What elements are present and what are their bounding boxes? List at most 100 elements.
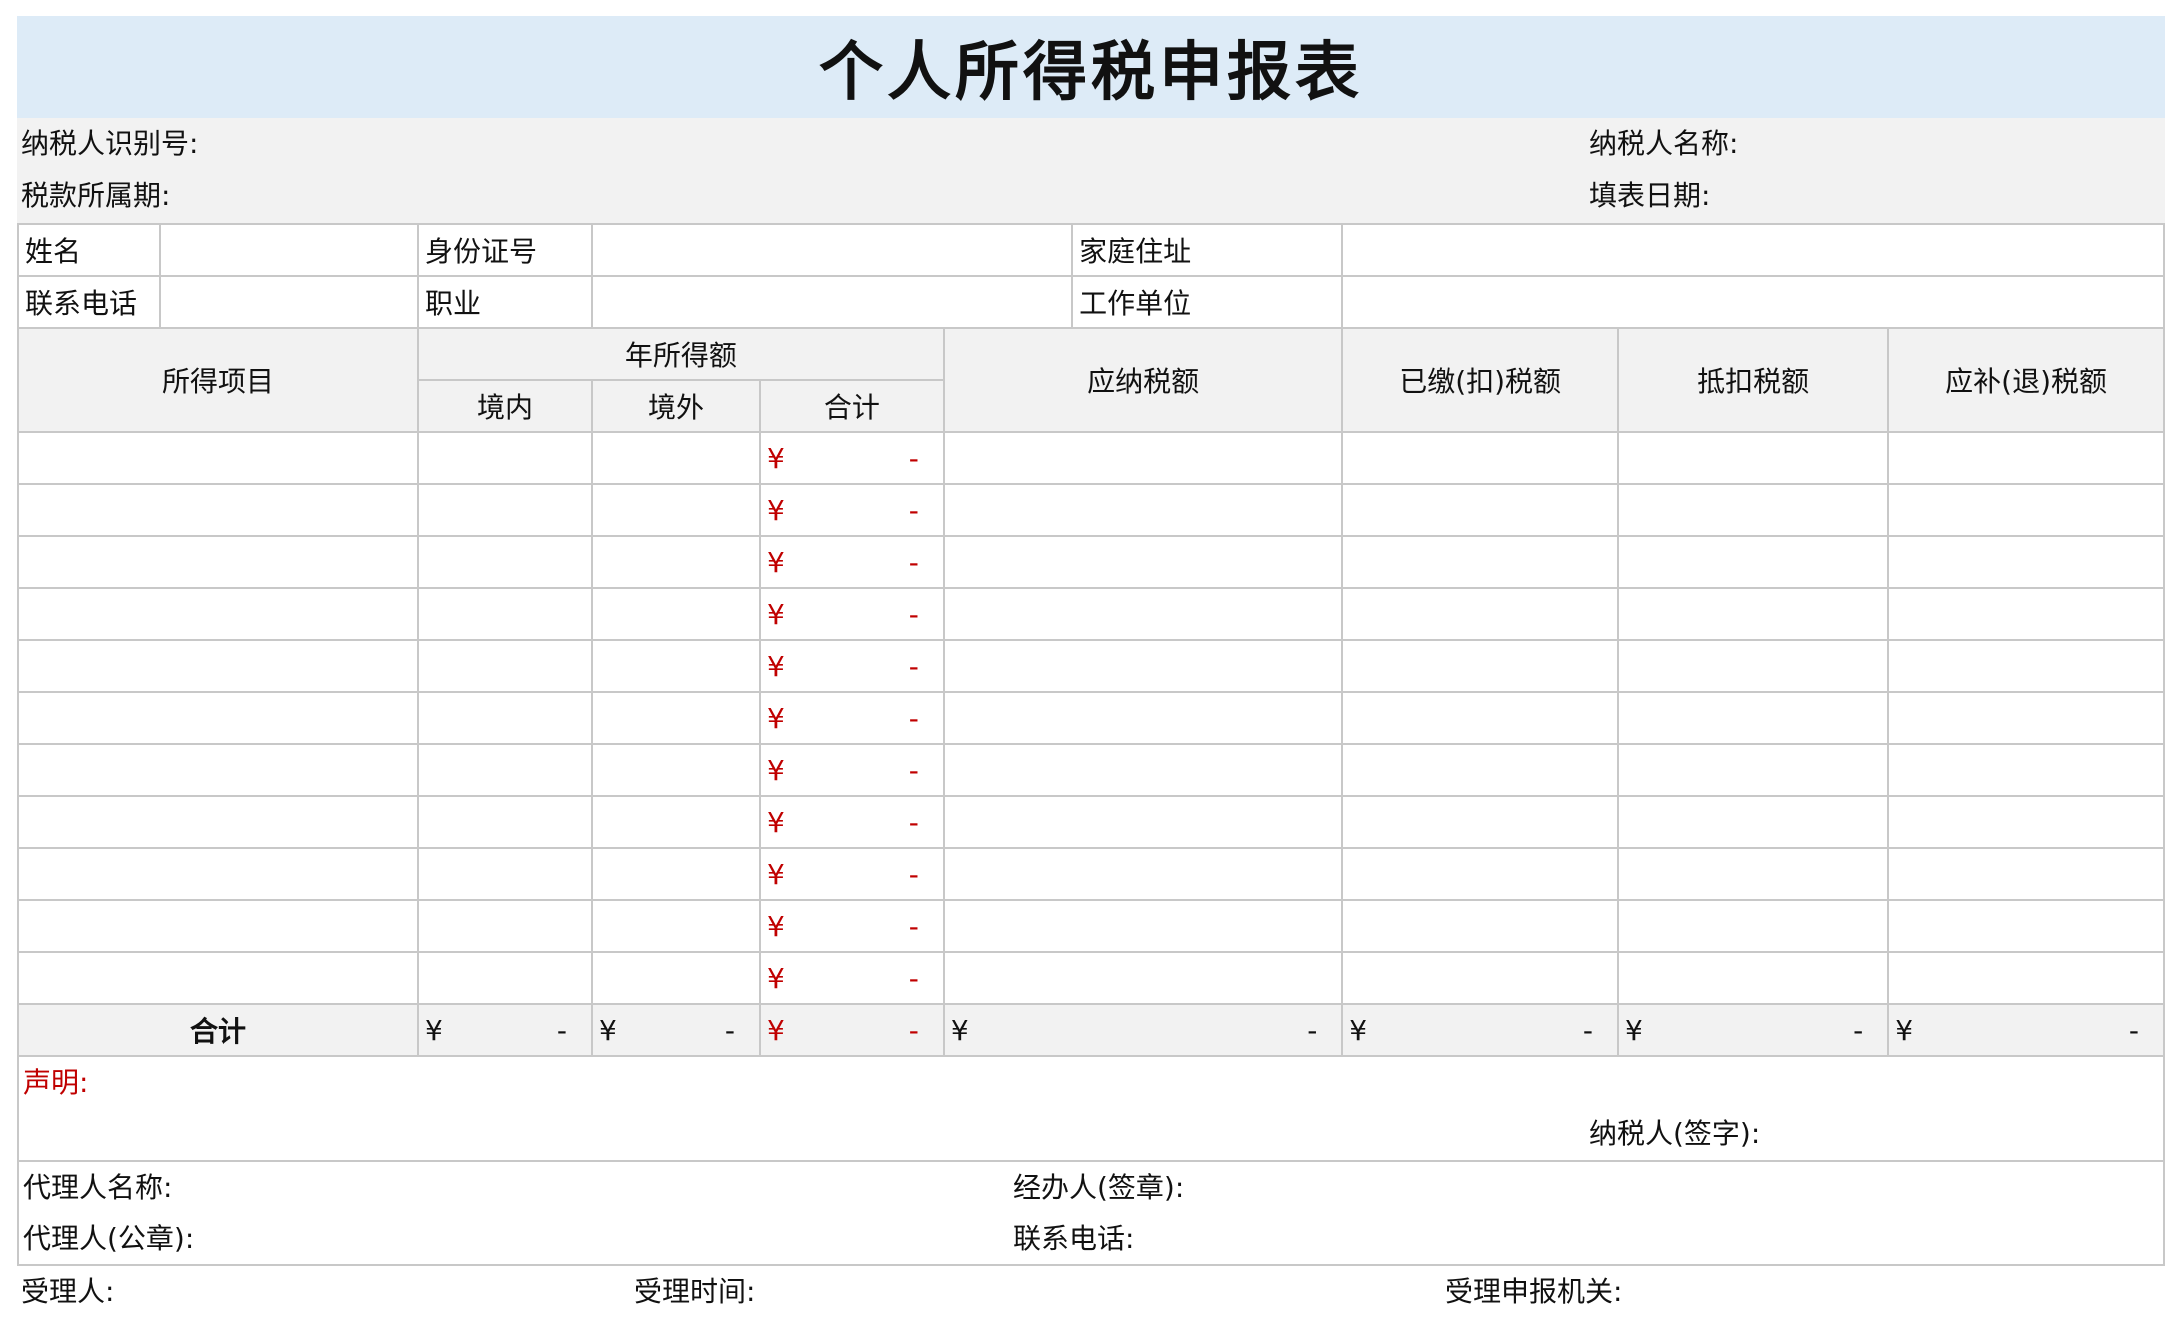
address-field[interactable] xyxy=(1341,223,2165,277)
income-item-cell[interactable] xyxy=(17,639,419,693)
tax-paid-cell[interactable] xyxy=(1341,483,1619,537)
amount-cell-subtotal-total[interactable]: ¥ - xyxy=(758,1003,945,1057)
overseas-cell[interactable] xyxy=(591,951,761,1005)
domestic-cell[interactable] xyxy=(416,483,594,537)
tax-credit-cell[interactable] xyxy=(1616,951,1890,1005)
tax-payable-cell[interactable] xyxy=(942,483,1344,537)
tax-due-cell[interactable] xyxy=(1887,899,2165,953)
job-field[interactable] xyxy=(591,275,1074,329)
income-item-cell[interactable] xyxy=(17,691,419,745)
amount-cell-subtotal[interactable]: ¥ - xyxy=(758,535,945,589)
income-item-cell[interactable] xyxy=(17,535,419,589)
amount-cell-domestic-total[interactable]: ¥ - xyxy=(416,1003,594,1057)
domestic-cell[interactable] xyxy=(416,951,594,1005)
tax-payable-cell[interactable] xyxy=(942,847,1344,901)
tax-credit-cell[interactable] xyxy=(1616,743,1890,797)
name-field[interactable] xyxy=(159,223,419,277)
tax-due-cell[interactable] xyxy=(1887,951,2165,1005)
tax-paid-cell[interactable] xyxy=(1341,535,1619,589)
tax-due-cell[interactable] xyxy=(1887,743,2165,797)
tax-payable-cell[interactable] xyxy=(942,743,1344,797)
tax-credit-cell[interactable] xyxy=(1616,587,1890,641)
tax-paid-cell[interactable] xyxy=(1341,951,1619,1005)
tax-due-cell[interactable] xyxy=(1887,535,2165,589)
tax-payable-cell[interactable] xyxy=(942,691,1344,745)
tax-due-cell[interactable] xyxy=(1887,691,2165,745)
domestic-cell[interactable] xyxy=(416,899,594,953)
tax-credit-cell[interactable] xyxy=(1616,691,1890,745)
phone-field[interactable] xyxy=(159,275,419,329)
income-item-cell[interactable] xyxy=(17,587,419,641)
tax-credit-cell[interactable] xyxy=(1616,483,1890,537)
overseas-cell[interactable] xyxy=(591,639,761,693)
tax-payable-cell[interactable] xyxy=(942,587,1344,641)
overseas-cell[interactable] xyxy=(591,535,761,589)
tax-credit-cell[interactable] xyxy=(1616,795,1890,849)
domestic-cell[interactable] xyxy=(416,639,594,693)
overseas-cell[interactable] xyxy=(591,847,761,901)
amount-cell-subtotal[interactable]: ¥ - xyxy=(758,691,945,745)
tax-credit-cell[interactable] xyxy=(1616,899,1890,953)
id-card-field[interactable] xyxy=(591,223,1074,277)
overseas-cell[interactable] xyxy=(591,899,761,953)
tax-payable-cell[interactable] xyxy=(942,951,1344,1005)
tax-payable-cell[interactable] xyxy=(942,795,1344,849)
amount-cell-overseas-total[interactable]: ¥ - xyxy=(591,1003,761,1057)
tax-due-cell[interactable] xyxy=(1887,639,2165,693)
tax-due-cell[interactable] xyxy=(1887,847,2165,901)
amount-cell-tax-paid-total[interactable]: ¥ - xyxy=(1341,1003,1619,1057)
amount-cell-subtotal[interactable]: ¥ - xyxy=(758,483,945,537)
overseas-cell[interactable] xyxy=(591,483,761,537)
employer-field[interactable] xyxy=(1341,275,2165,329)
amount-cell-subtotal[interactable]: ¥ - xyxy=(758,639,945,693)
domestic-cell[interactable] xyxy=(416,847,594,901)
overseas-cell[interactable] xyxy=(591,743,761,797)
tax-due-cell[interactable] xyxy=(1887,483,2165,537)
tax-credit-cell[interactable] xyxy=(1616,639,1890,693)
amount-cell-subtotal[interactable]: ¥ - xyxy=(758,795,945,849)
tax-payable-cell[interactable] xyxy=(942,431,1344,485)
income-item-cell[interactable] xyxy=(17,899,419,953)
tax-payable-cell[interactable] xyxy=(942,639,1344,693)
amount-cell-subtotal[interactable]: ¥ - xyxy=(758,743,945,797)
tax-payable-cell[interactable] xyxy=(942,535,1344,589)
amount-cell-tax-credit-total[interactable]: ¥ - xyxy=(1616,1003,1890,1057)
amount-cell-tax-due-total[interactable]: ¥ - xyxy=(1887,1003,2165,1057)
tax-payable-cell[interactable] xyxy=(942,899,1344,953)
tax-due-cell[interactable] xyxy=(1887,431,2165,485)
amount-cell-subtotal[interactable]: ¥ - xyxy=(758,951,945,1005)
tax-paid-cell[interactable] xyxy=(1341,899,1619,953)
overseas-cell[interactable] xyxy=(591,795,761,849)
overseas-cell[interactable] xyxy=(591,587,761,641)
tax-due-cell[interactable] xyxy=(1887,795,2165,849)
tax-paid-cell[interactable] xyxy=(1341,639,1619,693)
overseas-cell[interactable] xyxy=(591,431,761,485)
tax-due-cell[interactable] xyxy=(1887,587,2165,641)
tax-paid-cell[interactable] xyxy=(1341,691,1619,745)
domestic-cell[interactable] xyxy=(416,587,594,641)
domestic-cell[interactable] xyxy=(416,743,594,797)
income-item-cell[interactable] xyxy=(17,847,419,901)
tax-paid-cell[interactable] xyxy=(1341,587,1619,641)
income-item-cell[interactable] xyxy=(17,795,419,849)
tax-paid-cell[interactable] xyxy=(1341,847,1619,901)
tax-paid-cell[interactable] xyxy=(1341,431,1619,485)
tax-credit-cell[interactable] xyxy=(1616,535,1890,589)
amount-cell-subtotal[interactable]: ¥ - xyxy=(758,587,945,641)
tax-paid-cell[interactable] xyxy=(1341,795,1619,849)
income-item-cell[interactable] xyxy=(17,483,419,537)
domestic-cell[interactable] xyxy=(416,535,594,589)
income-item-cell[interactable] xyxy=(17,951,419,1005)
overseas-cell[interactable] xyxy=(591,691,761,745)
amount-cell-subtotal[interactable]: ¥ - xyxy=(758,847,945,901)
tax-paid-cell[interactable] xyxy=(1341,743,1619,797)
domestic-cell[interactable] xyxy=(416,691,594,745)
domestic-cell[interactable] xyxy=(416,795,594,849)
tax-credit-cell[interactable] xyxy=(1616,847,1890,901)
amount-cell-subtotal[interactable]: ¥ - xyxy=(758,431,945,485)
income-item-cell[interactable] xyxy=(17,743,419,797)
amount-cell-tax-payable-total[interactable]: ¥ - xyxy=(942,1003,1344,1057)
income-item-cell[interactable] xyxy=(17,431,419,485)
amount-cell-subtotal[interactable]: ¥ - xyxy=(758,899,945,953)
domestic-cell[interactable] xyxy=(416,431,594,485)
